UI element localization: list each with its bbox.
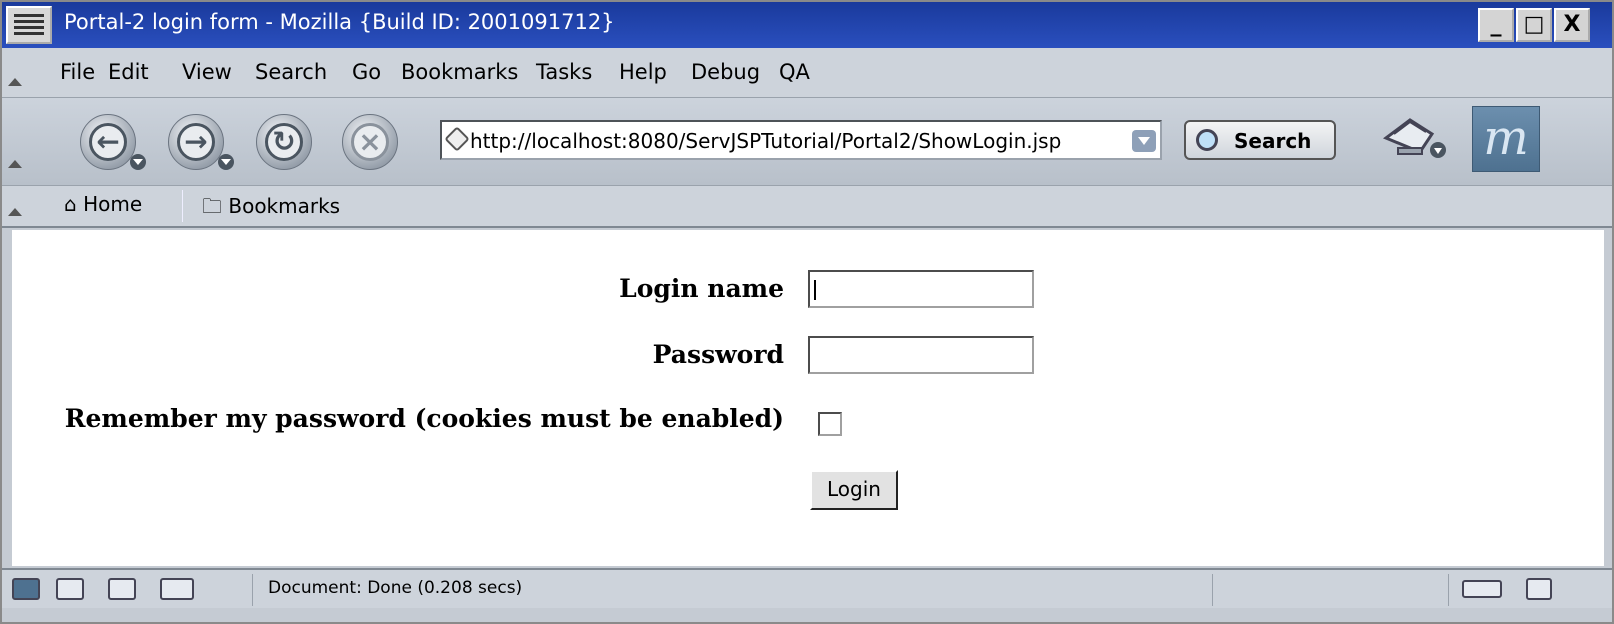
search-button[interactable]: Search bbox=[1184, 120, 1336, 160]
toolbar-grip-icon[interactable] bbox=[8, 160, 22, 168]
back-button[interactable]: ← bbox=[80, 114, 136, 170]
bookmarks-button[interactable]: 🗀 Bookmarks bbox=[202, 192, 340, 226]
page-icon bbox=[444, 126, 470, 152]
menu-search[interactable]: Search bbox=[255, 60, 327, 84]
menu-debug[interactable]: Debug bbox=[691, 60, 760, 84]
lock-icon[interactable] bbox=[1526, 578, 1552, 600]
login-name-input[interactable] bbox=[808, 270, 1034, 308]
back-arrow-icon: ← bbox=[89, 123, 127, 161]
minimize-button[interactable]: _ bbox=[1478, 8, 1514, 42]
status-divider bbox=[252, 574, 253, 606]
window-title: Portal-2 login form - Mozilla {Build ID:… bbox=[64, 10, 615, 34]
bookmarks-label: Bookmarks bbox=[228, 194, 341, 218]
status-text: Document: Done (0.208 secs) bbox=[268, 578, 523, 598]
reload-icon: ↻ bbox=[265, 123, 303, 161]
login-name-label: Login name bbox=[619, 274, 784, 303]
menu-qa[interactable]: QA bbox=[779, 60, 810, 84]
menu-tasks[interactable]: Tasks bbox=[536, 60, 592, 84]
window-menu-icon[interactable] bbox=[6, 6, 52, 44]
page-content: Login name Password Remember my password… bbox=[12, 230, 1604, 566]
toolbar-divider bbox=[182, 190, 183, 222]
maximize-button[interactable]: □ bbox=[1516, 8, 1552, 42]
url-dropdown-icon[interactable] bbox=[1132, 130, 1156, 152]
toolbar-grip-icon[interactable] bbox=[8, 78, 22, 86]
mozilla-logo-icon[interactable]: m bbox=[1472, 106, 1540, 172]
forward-arrow-icon: → bbox=[177, 123, 215, 161]
menu-bar: File Edit View Search Go Bookmarks Tasks… bbox=[2, 48, 1612, 98]
menu-help[interactable]: Help bbox=[619, 60, 667, 84]
addressbook-icon[interactable] bbox=[160, 578, 194, 600]
connection-icon[interactable] bbox=[1462, 580, 1502, 598]
reload-button[interactable]: ↻ bbox=[256, 114, 312, 170]
stop-button[interactable]: × bbox=[342, 114, 398, 170]
toolbar-grip-icon[interactable] bbox=[8, 208, 22, 216]
stop-icon: × bbox=[351, 123, 389, 161]
password-label: Password bbox=[652, 340, 784, 369]
back-history-dropdown-icon[interactable] bbox=[130, 154, 146, 170]
password-input[interactable] bbox=[808, 336, 1034, 374]
print-icon[interactable] bbox=[1380, 112, 1448, 168]
menu-go[interactable]: Go bbox=[352, 60, 381, 84]
magnifier-icon bbox=[1196, 129, 1218, 151]
forward-history-dropdown-icon[interactable] bbox=[218, 154, 234, 170]
status-divider bbox=[1212, 574, 1213, 606]
menu-view[interactable]: View bbox=[182, 60, 232, 84]
menu-file[interactable]: File bbox=[60, 60, 95, 84]
close-button[interactable]: X bbox=[1554, 8, 1590, 42]
status-divider bbox=[1448, 574, 1449, 606]
composer-icon[interactable] bbox=[108, 578, 136, 600]
login-button[interactable]: Login bbox=[810, 470, 898, 510]
home-label: Home bbox=[83, 192, 143, 216]
remember-password-label: Remember my password (cookies must be en… bbox=[64, 404, 784, 433]
url-bar[interactable]: http://localhost:8080/ServJSPTutorial/Po… bbox=[440, 120, 1162, 160]
search-button-label: Search bbox=[1234, 129, 1312, 153]
folder-icon: 🗀 bbox=[202, 194, 222, 218]
menu-edit[interactable]: Edit bbox=[108, 60, 149, 84]
forward-button[interactable]: → bbox=[168, 114, 224, 170]
home-icon: ⌂ bbox=[64, 192, 77, 216]
title-bar: Portal-2 login form - Mozilla {Build ID:… bbox=[2, 2, 1612, 48]
personal-toolbar: ⌂ Home 🗀 Bookmarks bbox=[2, 186, 1612, 228]
browser-window: Portal-2 login form - Mozilla {Build ID:… bbox=[0, 0, 1614, 624]
navigator-icon[interactable] bbox=[12, 578, 40, 600]
mail-icon[interactable] bbox=[56, 578, 84, 600]
url-text[interactable]: http://localhost:8080/ServJSPTutorial/Po… bbox=[470, 129, 1061, 153]
remember-password-checkbox[interactable] bbox=[818, 412, 842, 436]
status-bar: Document: Done (0.208 secs) bbox=[2, 568, 1612, 608]
home-button[interactable]: ⌂ Home bbox=[64, 192, 142, 216]
navigation-toolbar: ← → ↻ × http://localhost:8080/ServJSPTut… bbox=[2, 98, 1612, 186]
menu-bookmarks[interactable]: Bookmarks bbox=[401, 60, 518, 84]
